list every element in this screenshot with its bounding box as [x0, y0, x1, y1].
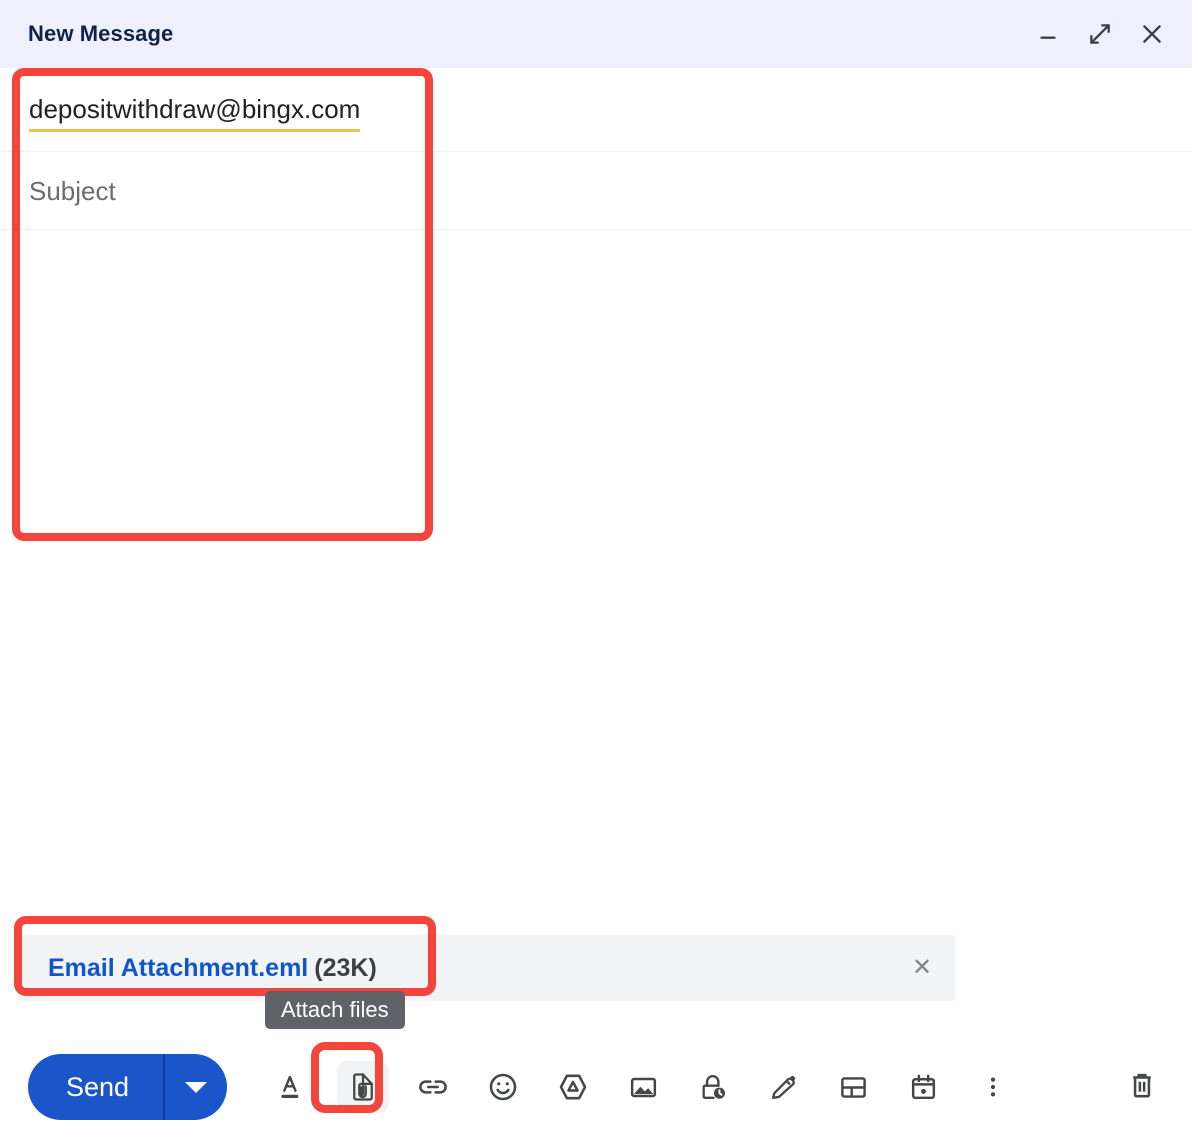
close-button[interactable] — [1134, 16, 1170, 52]
insert-emoji-icon — [487, 1071, 519, 1103]
insert-drive-icon — [557, 1071, 589, 1103]
compose-header: New Message — [0, 0, 1192, 68]
recipient-email: depositwithdraw@bingx.com — [29, 94, 360, 124]
confidential-mode-button[interactable] — [687, 1061, 739, 1113]
attach-file-icon — [348, 1072, 378, 1102]
insert-emoji-button[interactable] — [477, 1061, 529, 1113]
insert-photo-icon — [628, 1072, 659, 1103]
remove-attachment-button[interactable]: ✕ — [905, 951, 939, 985]
attach-files-tooltip: Attach files — [265, 991, 405, 1029]
insert-photo-button[interactable] — [617, 1061, 669, 1113]
chevron-down-icon — [185, 1082, 207, 1093]
attach-file-button[interactable] — [337, 1061, 389, 1113]
recipients-field[interactable]: depositwithdraw@bingx.com — [0, 68, 1192, 152]
recipient-chip[interactable]: depositwithdraw@bingx.com — [29, 96, 360, 123]
minimize-button[interactable] — [1030, 16, 1066, 52]
message-body-input[interactable] — [0, 231, 1192, 911]
more-options-button[interactable] — [967, 1061, 1019, 1113]
more-options-icon — [980, 1074, 1006, 1100]
confidential-mode-icon — [698, 1072, 729, 1103]
insert-link-button[interactable] — [407, 1061, 459, 1113]
compose-window: New Message — [0, 0, 1192, 1138]
insert-signature-button[interactable] — [757, 1061, 809, 1113]
attachment-label: Email Attachment.eml(23K) — [48, 956, 905, 981]
discard-draft-button[interactable] — [1116, 1061, 1168, 1113]
attachment-row[interactable]: Email Attachment.eml(23K) ✕ — [18, 935, 955, 1001]
subject-placeholder: Subject — [29, 178, 116, 204]
page-title: New Message — [28, 21, 1030, 47]
insert-drive-button[interactable] — [547, 1061, 599, 1113]
formatting-options-icon — [278, 1072, 308, 1102]
subject-field[interactable]: Subject — [0, 152, 1192, 230]
layout-icon — [838, 1072, 869, 1103]
window-controls — [1030, 16, 1170, 52]
expand-icon — [1087, 21, 1113, 47]
trash-icon — [1126, 1069, 1158, 1106]
schedule-send-icon — [908, 1072, 939, 1103]
send-button[interactable]: Send — [28, 1074, 163, 1101]
schedule-send-button[interactable] — [897, 1061, 949, 1113]
send-button-group[interactable]: Send — [28, 1054, 227, 1120]
recipient-underline — [29, 129, 360, 132]
toolbar-icons — [267, 1061, 1019, 1113]
insert-link-icon — [417, 1071, 449, 1103]
insert-signature-icon — [768, 1072, 799, 1103]
layout-button[interactable] — [827, 1061, 879, 1113]
expand-button[interactable] — [1082, 16, 1118, 52]
send-options-button[interactable] — [165, 1054, 227, 1120]
close-icon — [1139, 21, 1165, 47]
minimize-icon — [1037, 23, 1059, 45]
attachment-size: (23K) — [314, 954, 377, 982]
formatting-options-button[interactable] — [267, 1061, 319, 1113]
attachment-filename[interactable]: Email Attachment.eml — [48, 954, 308, 982]
compose-toolbar: Send — [0, 1036, 1192, 1138]
